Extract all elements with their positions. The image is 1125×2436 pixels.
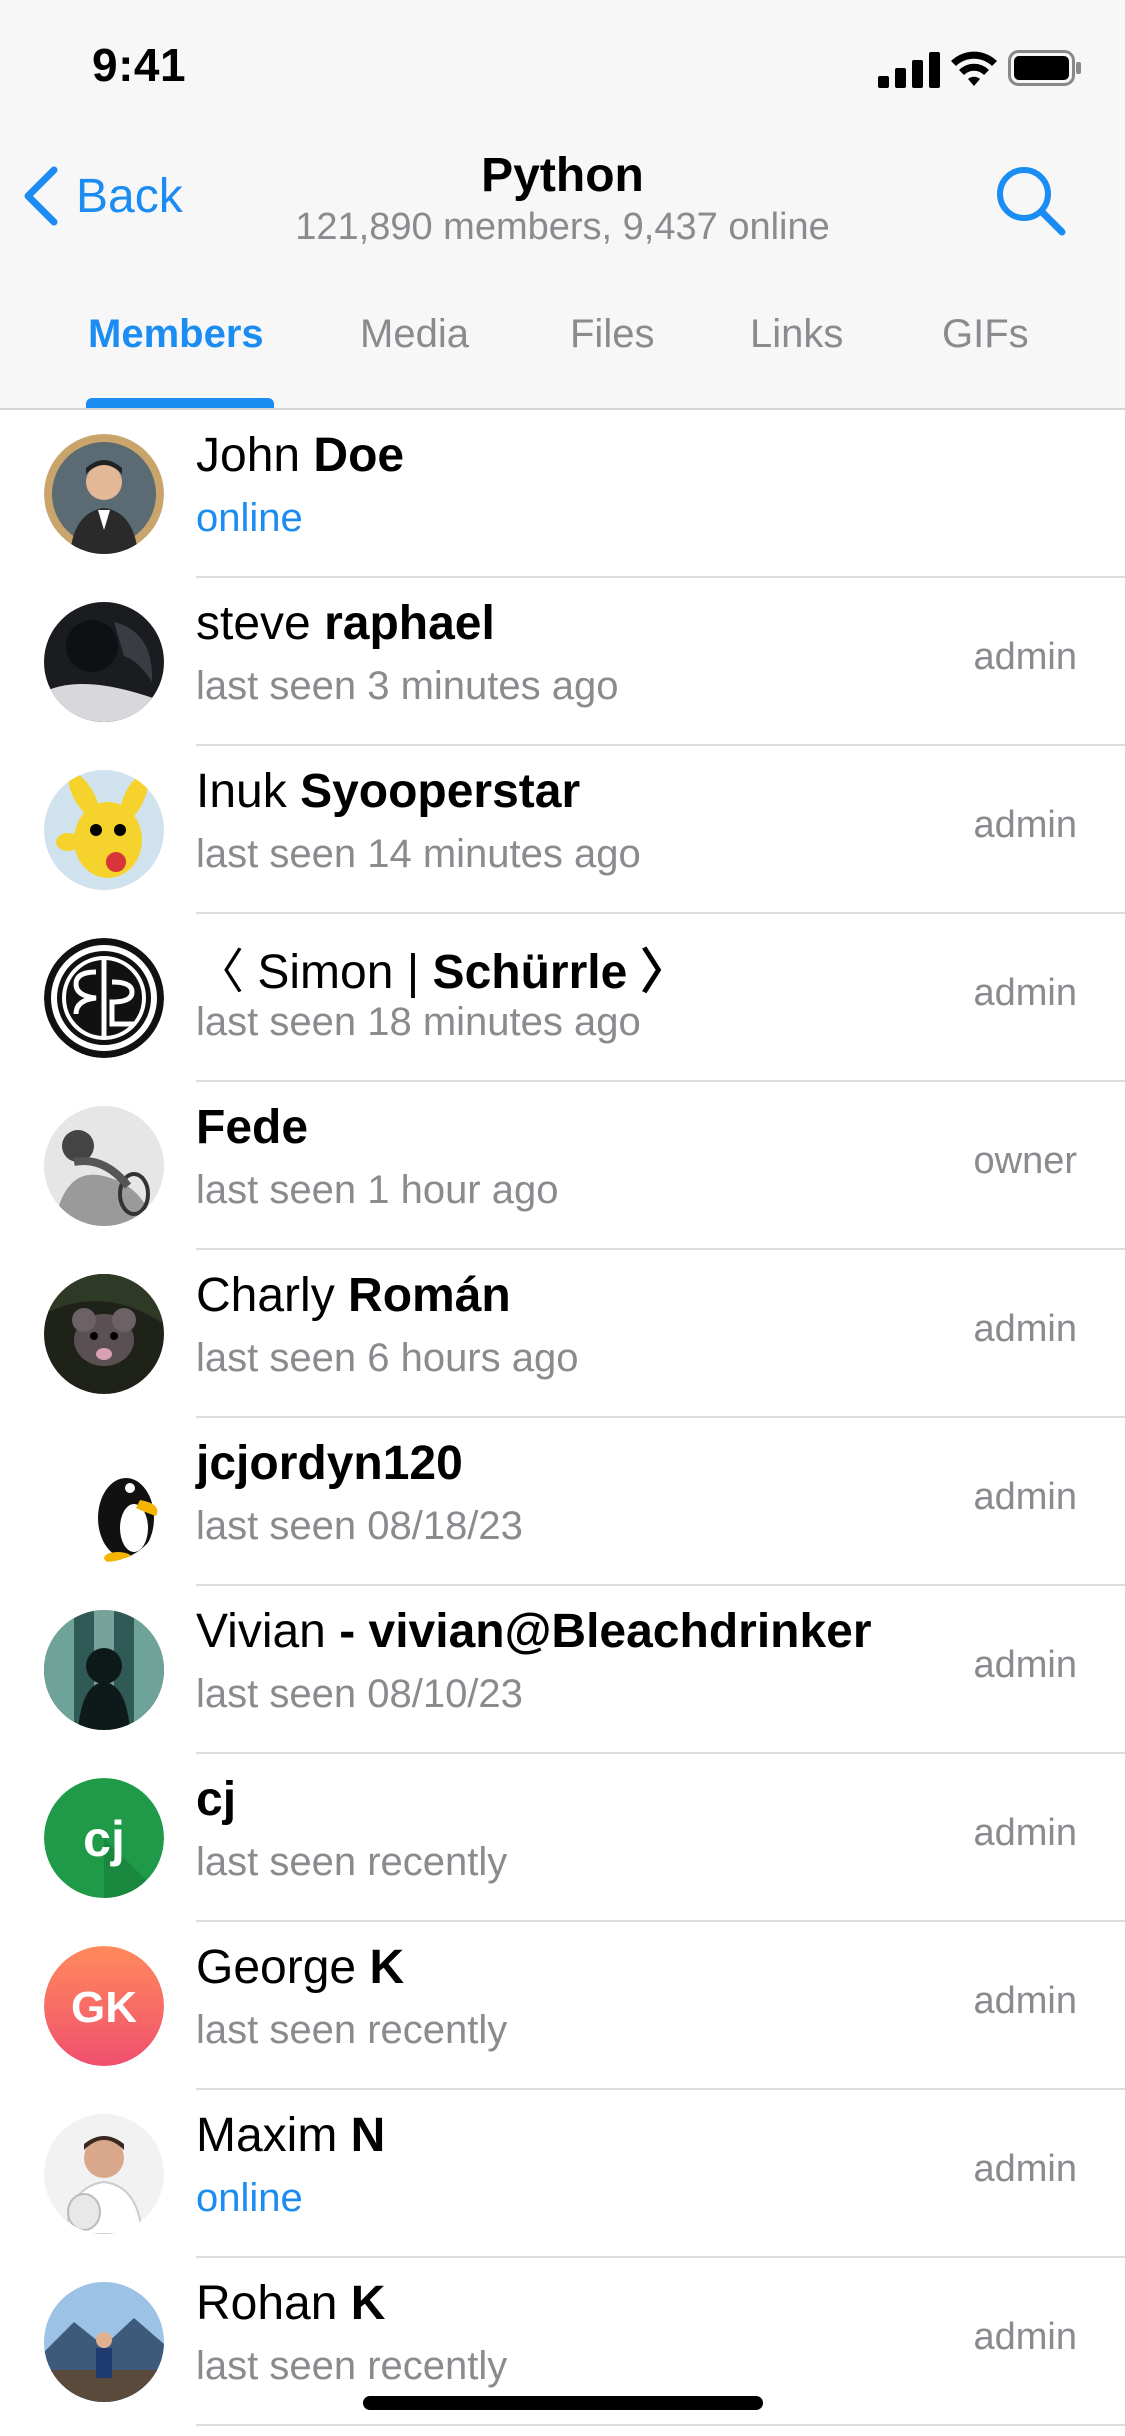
avatar xyxy=(44,2282,164,2402)
svg-text:GK: GK xyxy=(71,1983,137,2032)
avatar xyxy=(44,434,164,554)
member-role: admin xyxy=(973,1308,1078,1350)
row-divider xyxy=(196,2424,1125,2426)
avatar: GK xyxy=(44,1946,164,2066)
member-status: online xyxy=(196,496,303,540)
member-name: George K xyxy=(196,1941,405,1994)
member-name: jcjordyn120 xyxy=(196,1437,463,1490)
member-row[interactable]: John Doe online xyxy=(0,410,1125,578)
member-name: Inuk Syooperstar xyxy=(196,765,581,818)
member-name: Fede xyxy=(196,1101,309,1154)
member-row[interactable]: Maxim N online admin xyxy=(0,2090,1125,2258)
avatar xyxy=(44,938,164,1058)
member-row[interactable]: steve raphael last seen 3 minutes ago ad… xyxy=(0,578,1125,746)
avatar xyxy=(44,2114,164,2234)
status-bar: 9:41 xyxy=(0,0,1125,140)
home-indicator xyxy=(363,2396,763,2410)
member-name: Charly Román xyxy=(196,1269,511,1322)
avatar: cj xyxy=(44,1778,164,1898)
member-status: last seen 08/10/23 xyxy=(196,1672,523,1716)
chat-title: Python xyxy=(481,149,644,202)
member-role: admin xyxy=(973,972,1078,1014)
top-bar: 9:41 Back Python 121,890 members, 9,437 … xyxy=(0,0,1125,408)
member-role: admin xyxy=(973,1980,1078,2022)
member-role: admin xyxy=(973,804,1078,846)
member-status: last seen 14 minutes ago xyxy=(196,832,641,876)
search-icon[interactable] xyxy=(990,160,1070,240)
member-name: 〈 Simon | Schürrle 〉 xyxy=(196,946,689,999)
tab-bar: Members Media Files Links GIFs xyxy=(0,290,1125,408)
avatar xyxy=(44,602,164,722)
member-row[interactable]: 〈 Simon | Schürrle 〉 last seen 18 minute… xyxy=(0,914,1125,1082)
members-list: John Doe online steve raphael last seen … xyxy=(0,410,1125,2426)
tab-gifs[interactable]: GIFs xyxy=(942,312,1029,357)
member-status: last seen 18 minutes ago xyxy=(196,1000,641,1044)
member-status: last seen 1 hour ago xyxy=(196,1168,559,1212)
member-role: owner xyxy=(973,1140,1078,1182)
tab-members[interactable]: Members xyxy=(88,312,264,357)
member-status: last seen 6 hours ago xyxy=(196,1336,579,1380)
member-count: 121,890 members, 9,437 online xyxy=(295,206,830,248)
member-name: Maxim N xyxy=(196,2109,386,2162)
member-name: John Doe xyxy=(196,429,405,482)
member-role: admin xyxy=(973,1812,1078,1854)
avatar xyxy=(44,1442,164,1562)
navigation-bar: Back Python 121,890 members, 9,437 onlin… xyxy=(0,140,1125,270)
member-row[interactable]: cj cj last seen recently admin xyxy=(0,1754,1125,1922)
member-status: online xyxy=(196,2176,303,2220)
battery-icon xyxy=(1008,50,1081,86)
member-status: last seen recently xyxy=(196,1840,508,1884)
tab-media[interactable]: Media xyxy=(360,312,469,357)
member-row[interactable]: GK George K last seen recently admin xyxy=(0,1922,1125,2090)
wifi-icon xyxy=(951,51,997,86)
svg-text:cj: cj xyxy=(83,1811,125,1867)
cellular-signal-icon xyxy=(878,52,940,88)
active-tab-indicator xyxy=(86,398,274,408)
avatar xyxy=(44,770,164,890)
avatar xyxy=(44,1106,164,1226)
member-role: admin xyxy=(973,1476,1078,1518)
member-role: admin xyxy=(973,2316,1078,2358)
member-status: last seen 08/18/23 xyxy=(196,1504,523,1548)
member-status: last seen recently xyxy=(196,2008,508,2052)
status-time: 9:41 xyxy=(92,39,187,91)
avatar xyxy=(44,1274,164,1394)
member-row[interactable]: Fede last seen 1 hour ago owner xyxy=(0,1082,1125,1250)
member-row[interactable]: Inuk Syooperstar last seen 14 minutes ag… xyxy=(0,746,1125,914)
avatar xyxy=(44,1610,164,1730)
member-status: last seen recently xyxy=(196,2344,508,2388)
member-status: last seen 3 minutes ago xyxy=(196,664,619,708)
member-row[interactable]: Vivian - vivian@Bleachdrinker last seen … xyxy=(0,1586,1125,1754)
member-role: admin xyxy=(973,2148,1078,2190)
member-role: admin xyxy=(973,636,1078,678)
member-name: steve raphael xyxy=(196,597,495,650)
member-name: Vivian - vivian@Bleachdrinker xyxy=(196,1605,872,1658)
member-row[interactable]: jcjordyn120 last seen 08/18/23 admin xyxy=(0,1418,1125,1586)
tab-links[interactable]: Links xyxy=(750,312,843,357)
member-name: Rohan K xyxy=(196,2277,386,2330)
tab-files[interactable]: Files xyxy=(570,312,654,357)
member-name: cj xyxy=(196,1773,237,1826)
member-role: admin xyxy=(973,1644,1078,1686)
member-row[interactable]: Charly Román last seen 6 hours ago admin xyxy=(0,1250,1125,1418)
